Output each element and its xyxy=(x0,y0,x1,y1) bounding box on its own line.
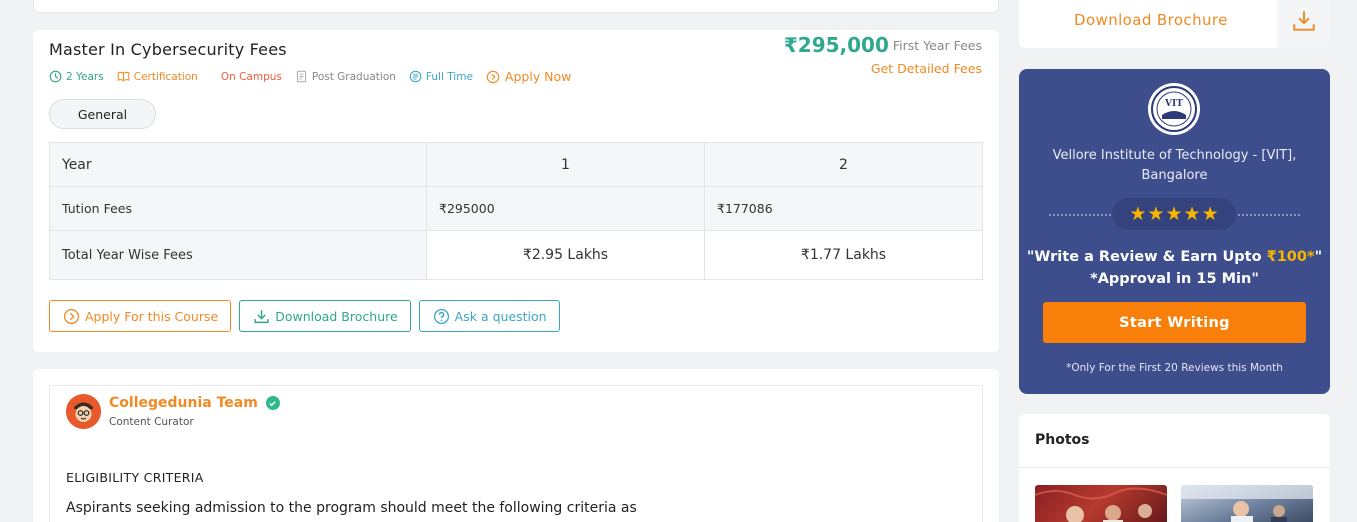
first-year-label: First Year Fees xyxy=(892,37,982,53)
table-cell-label: Tution Fees xyxy=(49,186,427,231)
article-inner: Collegedunia Team Content Curator ELIGIB… xyxy=(49,385,983,522)
price-block: ₹295,000 First Year Fees Get Detailed Fee… xyxy=(784,33,982,76)
apply-now-link[interactable]: Apply Now xyxy=(486,69,571,84)
college-name: Vellore Institute of Technology - [VIT],… xyxy=(1052,148,1297,183)
photo-thumbnail[interactable] xyxy=(1035,485,1167,522)
rating-row: ★ ★ ★ ★ ★ xyxy=(1019,198,1330,230)
photo-thumbnail[interactable] xyxy=(1181,485,1313,522)
question-circle-icon xyxy=(433,308,449,324)
star-icon: ★ xyxy=(1183,202,1201,225)
meta-certification: Certification xyxy=(117,70,198,83)
download-icon xyxy=(254,309,269,323)
review-note: *Only For the First 20 Reviews this Mont… xyxy=(1066,362,1283,374)
photos-title: Photos xyxy=(1035,432,1090,448)
star-icon: ★ xyxy=(1147,202,1165,225)
svg-text:VIT: VIT xyxy=(1164,99,1183,109)
detailed-fees-link[interactable]: Get Detailed Fees xyxy=(784,61,982,76)
download-brochure-button[interactable]: Download Brochure xyxy=(239,300,411,332)
sidebar-download-card[interactable]: Download Brochure xyxy=(1019,0,1330,48)
table-row: Tution Fees ₹295000 ₹177086 xyxy=(49,186,983,231)
start-writing-button[interactable]: Start Writing xyxy=(1043,302,1306,343)
clock-icon xyxy=(49,70,62,83)
meta-duration: 2 Years xyxy=(49,70,104,83)
fees-title: Master In Cybersecurity Fees xyxy=(49,40,287,59)
reward-amount: ₹100* xyxy=(1266,249,1315,265)
table-header-year1: 1 xyxy=(426,142,705,187)
table-cell-label: Total Year Wise Fees xyxy=(49,230,427,280)
category-pill-general[interactable]: General xyxy=(49,99,156,129)
star-icon: ★ xyxy=(1165,202,1183,225)
photos-card: Photos xyxy=(1019,414,1330,522)
section-text: Aspirants seeking admission to the progr… xyxy=(66,500,637,516)
meta-level: Post Graduation xyxy=(295,70,396,83)
table-cell: ₹1.77 Lakhs xyxy=(704,230,983,280)
article-card: Collegedunia Team Content Curator ELIGIB… xyxy=(33,369,999,522)
author-role: Content Curator xyxy=(109,416,194,428)
star-icon: ★ xyxy=(1201,202,1219,225)
sidebar-download-label: Download Brochure xyxy=(1074,11,1228,29)
fees-card: Master In Cybersecurity Fees 2 Years Cer… xyxy=(33,30,999,352)
college-logo: VIT xyxy=(1148,83,1200,135)
star-icon: ★ xyxy=(1129,202,1147,225)
course-meta: 2 Years Certification On Campus Post Gra… xyxy=(49,69,571,84)
table-cell: ₹295000 xyxy=(426,186,705,231)
table-cell: ₹177086 xyxy=(704,186,983,231)
author-name[interactable]: Collegedunia Team xyxy=(109,395,280,411)
previous-card-bottom xyxy=(33,0,999,13)
divider xyxy=(1238,214,1300,216)
action-buttons: Apply For this Course Download Brochure … xyxy=(49,300,568,332)
list-circle-icon xyxy=(409,70,422,83)
apply-course-button[interactable]: Apply For this Course xyxy=(49,300,232,332)
verified-check-icon xyxy=(265,396,280,410)
divider xyxy=(1049,214,1111,216)
table-row: Total Year Wise Fees ₹2.95 Lakhs ₹1.77 L… xyxy=(49,230,983,280)
meta-mode: On Campus xyxy=(220,70,282,83)
book-icon xyxy=(117,71,130,82)
avatar xyxy=(66,394,101,429)
table-row: Year 1 2 xyxy=(49,142,983,187)
review-promo-card: VIT Vellore Institute of Technology - [V… xyxy=(1019,69,1330,394)
chevron-circle-icon xyxy=(63,308,80,324)
table-header-label: Year xyxy=(49,142,427,187)
chevron-circle-icon xyxy=(486,70,500,83)
star-rating: ★ ★ ★ ★ ★ xyxy=(1112,198,1236,230)
first-year-price: ₹295,000 xyxy=(783,33,889,57)
ask-question-button[interactable]: Ask a question xyxy=(418,300,560,332)
fees-table: Year 1 2 Tution Fees ₹295000 ₹177086 Tot… xyxy=(49,142,983,280)
meta-type: Full Time xyxy=(409,70,473,83)
divider xyxy=(1019,467,1330,468)
review-offer-text: "Write a Review & Earn Upto ₹100*" *Appr… xyxy=(1026,249,1323,287)
table-header-year2: 2 xyxy=(704,142,983,187)
download-icon[interactable] xyxy=(1277,0,1330,48)
section-heading: ELIGIBILITY CRITERIA xyxy=(66,470,204,485)
document-icon xyxy=(296,70,306,83)
table-cell: ₹2.95 Lakhs xyxy=(426,230,705,280)
